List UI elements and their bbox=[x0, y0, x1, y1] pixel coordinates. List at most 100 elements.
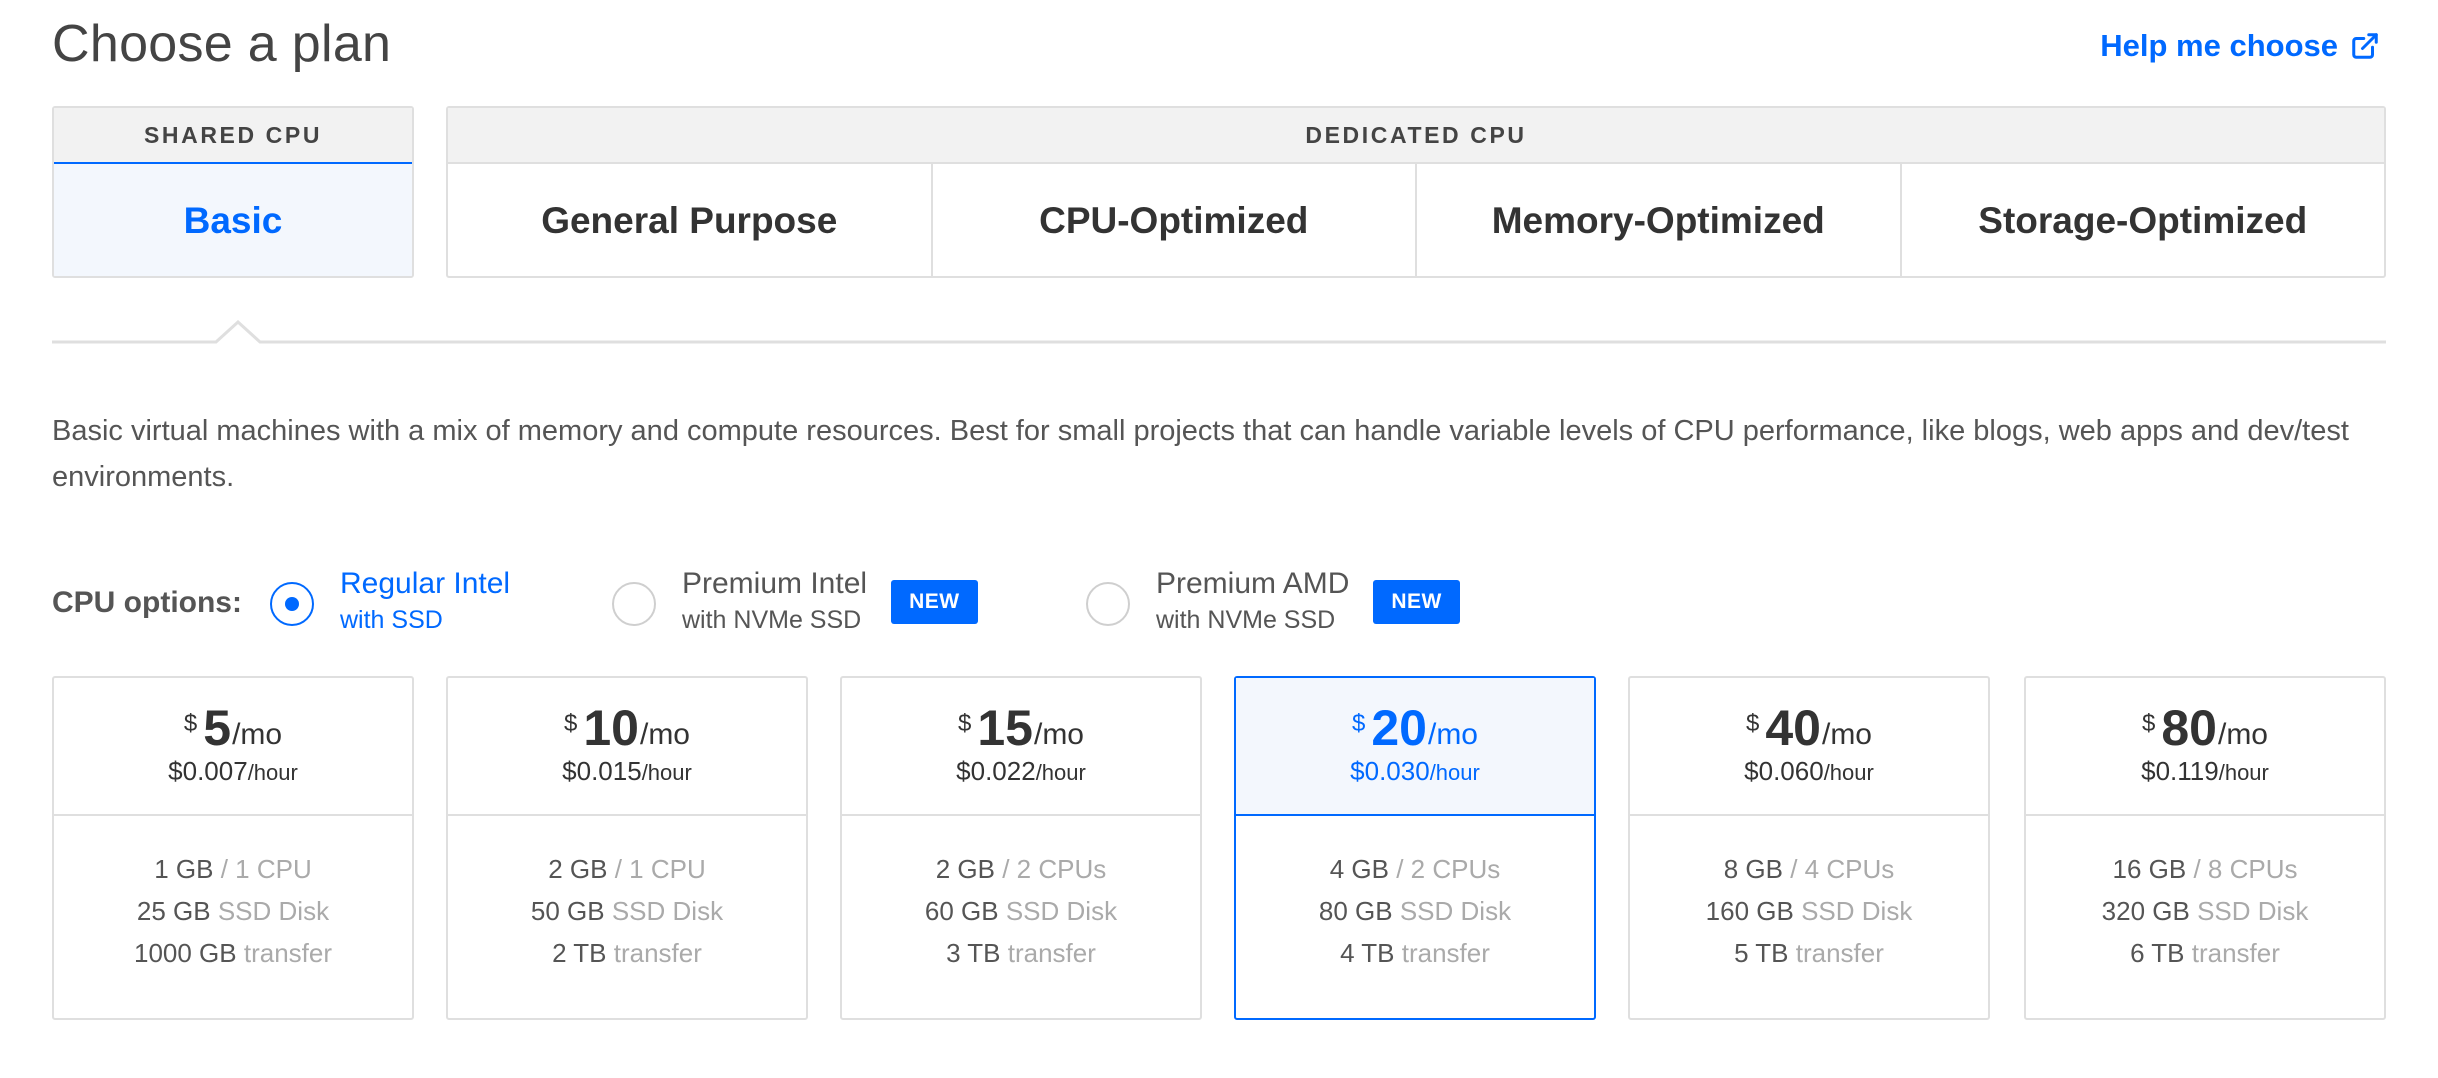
disk-type: SSD Disk bbox=[2197, 896, 2309, 926]
plan-card-price: $ 15 /mo $0.022/hour bbox=[842, 678, 1200, 816]
plan-card-specs: 16 GB / 8 CPUs 320 GB SSD Disk 6 TB tran… bbox=[2026, 816, 2384, 974]
per-month: /mo bbox=[639, 717, 690, 751]
transfer-value: 1000 GB bbox=[133, 938, 237, 968]
tab-basic[interactable]: Basic bbox=[54, 162, 412, 276]
plan-card-price: $ 5 /mo $0.007/hour bbox=[54, 678, 412, 816]
disk-type: SSD Disk bbox=[1801, 896, 1913, 926]
transfer-value: 4 TB bbox=[1340, 938, 1395, 968]
cpu-option-premium-intel[interactable]: Premium Intel with NVMe SSD NEW bbox=[612, 566, 978, 638]
memory-value: 8 GB bbox=[1723, 854, 1783, 884]
plan-card-specs: 2 GB / 1 CPU 50 GB SSD Disk 2 TB transfe… bbox=[448, 816, 806, 974]
new-badge: NEW bbox=[1373, 580, 1460, 624]
plan-card-10[interactable]: $ 10 /mo $0.015/hour 2 GB / 1 CPU 50 GB … bbox=[446, 676, 808, 1020]
help-me-choose-label: Help me choose bbox=[2100, 28, 2338, 63]
plan-card-20[interactable]: $ 20 /mo $0.030/hour 4 GB / 2 CPUs 80 GB… bbox=[1234, 676, 1596, 1020]
disk-type: SSD Disk bbox=[1399, 896, 1512, 926]
dedicated-cpu-header: DEDICATED CPU bbox=[448, 108, 2384, 164]
memory-value: 1 GB bbox=[154, 854, 214, 884]
transfer-label: transfer bbox=[243, 938, 333, 968]
transfer-label: transfer bbox=[1795, 938, 1884, 968]
plan-card-specs: 2 GB / 2 CPUs 60 GB SSD Disk 3 TB transf… bbox=[842, 816, 1200, 974]
help-me-choose-link[interactable]: Help me choose bbox=[2100, 28, 2380, 64]
plan-card-specs: 8 GB / 4 CPUs 160 GB SSD Disk 5 TB trans… bbox=[1630, 816, 1988, 974]
transfer-value: 3 TB bbox=[946, 938, 1001, 968]
per-month: /mo bbox=[1821, 717, 1872, 751]
hourly-price: $0.007 bbox=[168, 755, 248, 786]
plan-card-40[interactable]: $ 40 /mo $0.060/hour 8 GB / 4 CPUs 160 G… bbox=[1628, 676, 1990, 1020]
cpu-option-title: Regular Intel bbox=[340, 567, 511, 600]
cpu-value: / 1 CPU bbox=[220, 854, 312, 884]
monthly-price: 10 bbox=[583, 699, 639, 756]
disk-value: 25 GB bbox=[136, 896, 211, 926]
transfer-value: 5 TB bbox=[1734, 938, 1789, 968]
disk-value: 60 GB bbox=[924, 896, 999, 926]
per-hour: /hour bbox=[641, 759, 692, 785]
cpu-value: / 8 CPUs bbox=[2193, 854, 2298, 884]
plan-card-15[interactable]: $ 15 /mo $0.022/hour 2 GB / 2 CPUs 60 GB… bbox=[840, 676, 1202, 1020]
disk-type: SSD Disk bbox=[217, 896, 330, 926]
currency-symbol: $ bbox=[183, 709, 198, 737]
cpu-value: / 2 CPUs bbox=[1396, 854, 1501, 884]
radio-regular-intel[interactable] bbox=[270, 582, 314, 626]
plan-description: Basic virtual machines with a mix of mem… bbox=[52, 415, 2349, 493]
cpu-value: / 4 CPUs bbox=[1790, 854, 1895, 884]
transfer-label: transfer bbox=[1007, 938, 1096, 968]
hourly-price: $0.030 bbox=[1350, 755, 1430, 786]
per-month: /mo bbox=[1033, 717, 1084, 751]
hourly-price: $0.015 bbox=[562, 755, 642, 786]
hourly-price: $0.119 bbox=[2141, 755, 2219, 786]
shared-cpu-tabs: Basic bbox=[54, 162, 412, 276]
cpu-option-title: Premium AMD bbox=[1156, 567, 1350, 600]
cpu-option-title: Premium Intel bbox=[682, 567, 868, 600]
dedicated-cpu-tabs: General Purpose CPU-Optimized Memory-Opt… bbox=[448, 164, 2385, 276]
currency-symbol: $ bbox=[2142, 709, 2156, 737]
currency-symbol: $ bbox=[958, 709, 972, 737]
plan-card-specs: 1 GB / 1 CPU 25 GB SSD Disk 1000 GB tran… bbox=[54, 816, 412, 974]
cpu-option-regular-intel[interactable]: Regular Intel with SSD bbox=[270, 566, 510, 638]
disk-value: 160 GB bbox=[1705, 896, 1794, 926]
tab-storage-optimized[interactable]: Storage-Optimized bbox=[1902, 164, 2385, 276]
disk-value: 50 GB bbox=[530, 896, 605, 926]
cpu-options-label: CPU options: bbox=[52, 586, 242, 619]
cpu-option-subtitle: with NVMe SSD bbox=[1156, 606, 1336, 634]
transfer-label: transfer bbox=[2191, 938, 2280, 968]
radio-premium-amd[interactable] bbox=[1086, 582, 1130, 626]
per-month: /mo bbox=[2217, 717, 2268, 751]
memory-value: 2 GB bbox=[548, 854, 608, 884]
hourly-price: $0.022 bbox=[956, 755, 1036, 786]
monthly-price: 15 bbox=[977, 699, 1033, 756]
cpu-value: / 1 CPU bbox=[614, 854, 706, 884]
dedicated-cpu-group: DEDICATED CPU General Purpose CPU-Optimi… bbox=[446, 106, 2386, 278]
per-hour: /hour bbox=[247, 759, 298, 785]
hourly-price: $0.060 bbox=[1744, 755, 1824, 786]
memory-value: 2 GB bbox=[935, 854, 995, 884]
cpu-option-subtitle: with SSD bbox=[340, 606, 443, 634]
disk-type: SSD Disk bbox=[611, 896, 724, 926]
disk-type: SSD Disk bbox=[1005, 896, 1118, 926]
plan-card-5[interactable]: $ 5 /mo $0.007/hour 1 GB / 1 CPU 25 GB S… bbox=[52, 676, 414, 1020]
tab-cpu-optimized[interactable]: CPU-Optimized bbox=[933, 164, 1417, 276]
cpu-value: / 2 CPUs bbox=[1002, 854, 1107, 884]
cpu-option-premium-amd[interactable]: Premium AMD with NVMe SSD NEW bbox=[1086, 566, 1460, 638]
plan-card-80[interactable]: $ 80 /mo $0.119/hour 16 GB / 8 CPUs 320 … bbox=[2024, 676, 2386, 1020]
tab-memory-optimized[interactable]: Memory-Optimized bbox=[1417, 164, 1902, 276]
transfer-value: 6 TB bbox=[2130, 938, 2185, 968]
monthly-price: 80 bbox=[2161, 699, 2217, 756]
monthly-price: 5 bbox=[203, 699, 232, 756]
monthly-price: 20 bbox=[1371, 699, 1427, 756]
disk-value: 320 GB bbox=[2101, 896, 2190, 926]
currency-symbol: $ bbox=[1352, 709, 1366, 737]
tab-general-purpose[interactable]: General Purpose bbox=[448, 164, 933, 276]
shared-cpu-group: SHARED CPU Basic bbox=[52, 106, 414, 278]
per-hour: /hour bbox=[2218, 759, 2269, 785]
plan-card-price: $ 10 /mo $0.015/hour bbox=[448, 678, 806, 816]
radio-premium-intel[interactable] bbox=[612, 582, 656, 626]
monthly-price: 40 bbox=[1765, 699, 1821, 756]
tab-indicator-divider bbox=[52, 320, 2386, 344]
per-hour: /hour bbox=[1429, 759, 1480, 785]
per-month: /mo bbox=[1427, 717, 1478, 751]
memory-value: 4 GB bbox=[1329, 854, 1389, 884]
plan-card-price: $ 40 /mo $0.060/hour bbox=[1630, 678, 1988, 816]
currency-symbol: $ bbox=[564, 709, 578, 737]
external-link-icon bbox=[2352, 33, 2378, 59]
